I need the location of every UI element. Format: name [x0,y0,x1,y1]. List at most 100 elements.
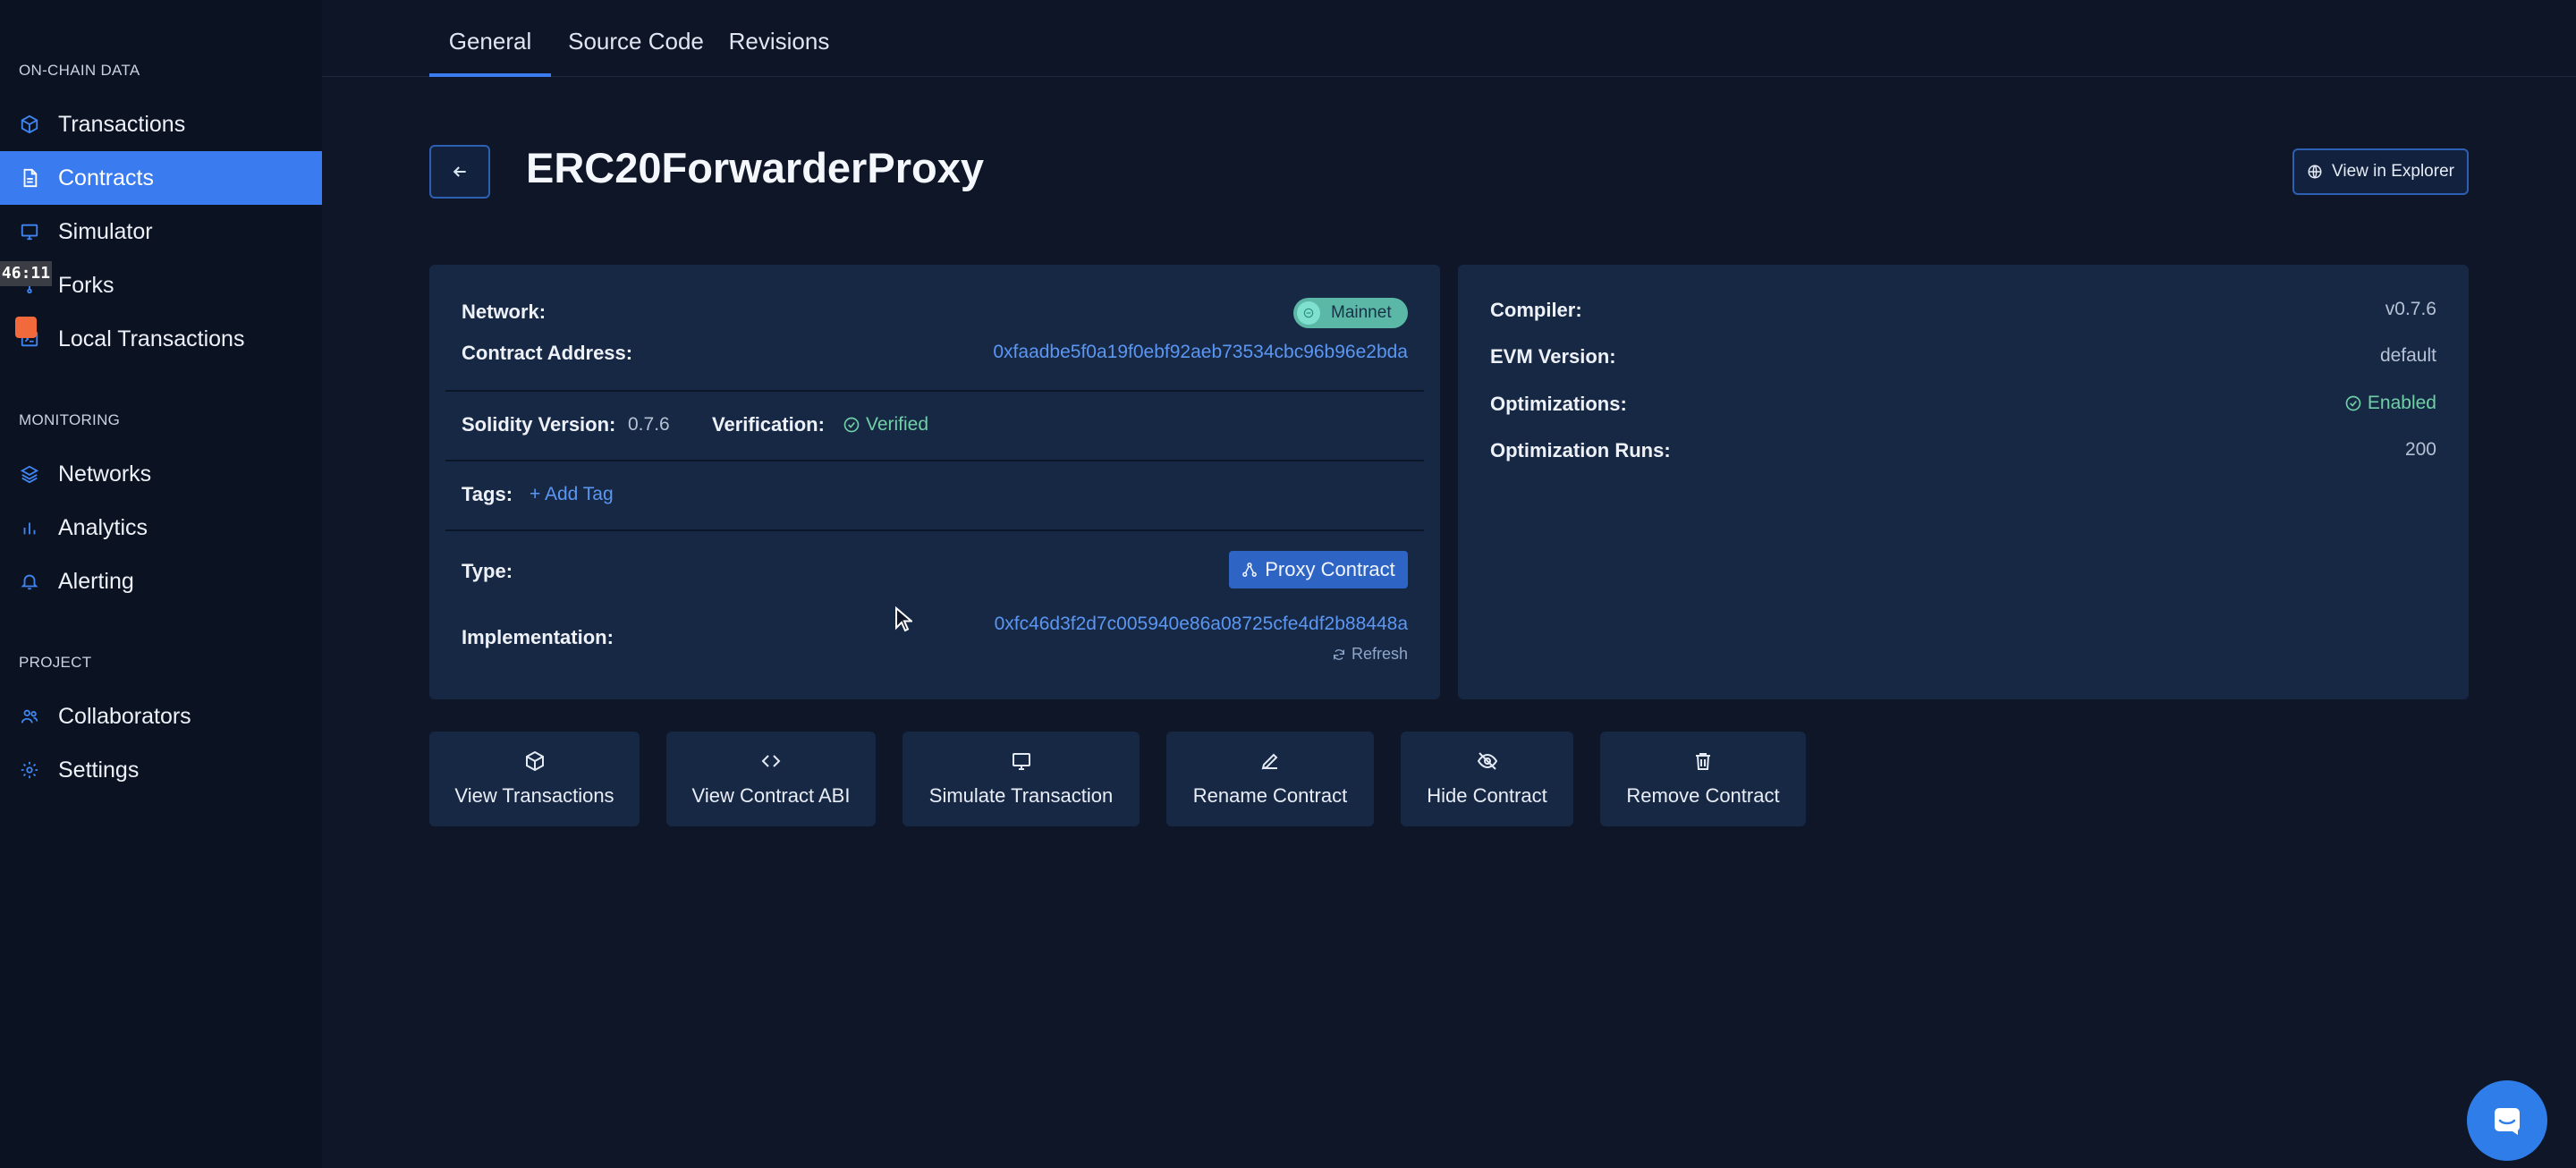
sidebar-section-on-chain-data: ON-CHAIN DATA [19,62,140,79]
verification-status: Verified [843,414,928,436]
eye-off-icon [1477,750,1498,772]
tab-bar: General Source Code Revisions [322,0,2576,77]
contract-address-label: Contract Address: [462,342,633,364]
solidity-version-value: 0.7.6 [628,414,670,435]
sidebar-item-label: Contracts [58,165,154,190]
tab-source-code[interactable]: Source Code [562,0,710,77]
sidebar-section-project: PROJECT [19,654,92,671]
compiler-info-card: Compiler: v0.7.6 EVM Version: default Op… [1458,265,2469,699]
simulate-transaction-label: Simulate Transaction [928,784,1114,807]
optimization-runs-value: 200 [2404,439,2436,460]
compiler-value: v0.7.6 [2385,299,2436,319]
trash-icon [1692,750,1714,772]
sidebar-item-label: Local Transactions [58,326,245,351]
recording-stop-button[interactable] [0,302,52,352]
verification-value: Verified [866,414,929,435]
evm-version-label: EVM Version: [1490,345,1616,368]
proxy-contract-badge: Proxy Contract [1229,551,1408,588]
rename-contract-button[interactable]: Rename Contract [1166,732,1374,826]
sidebar-item-label: Simulator [58,218,153,244]
sidebar-item-networks[interactable]: Networks [0,447,322,501]
remove-contract-button[interactable]: Remove Contract [1600,732,1806,826]
document-icon [19,167,40,189]
chat-icon [2495,1108,2520,1135]
view-transactions-label: View Transactions [454,784,614,807]
remove-contract-label: Remove Contract [1626,784,1780,807]
optimization-runs-label: Optimization Runs: [1490,439,1671,461]
type-value: Proxy Contract [1265,558,1395,580]
check-circle-icon [2344,394,2362,412]
sidebar-item-label: Analytics [58,514,148,540]
sidebar-item-simulator[interactable]: Simulator [0,205,322,258]
divider [445,460,1424,461]
divider [445,529,1424,531]
view-in-explorer-label: View in Explorer [2332,162,2454,181]
network-badge: Mainnet [1293,298,1408,328]
arrow-left-icon [453,166,466,177]
bell-icon [19,571,40,592]
solidity-version-label: Solidity Version: [462,413,616,436]
network-icon [1297,301,1320,325]
divider [445,390,1424,392]
back-button[interactable] [429,145,490,199]
add-tag-link[interactable]: + Add Tag [530,484,614,505]
tab-general[interactable]: General [429,0,551,77]
sidebar-item-transactions[interactable]: Transactions [0,97,322,151]
sidebar-item-label: Forks [58,272,114,298]
sidebar-item-collaborators[interactable]: Collaborators [0,690,322,743]
bar-chart-icon [19,517,40,538]
sidebar-item-contracts[interactable]: Contracts [0,151,322,205]
implementation-address-link[interactable]: 0xfc46d3f2d7c005940e86a08725cfe4df2b8844… [995,614,1408,635]
view-contract-abi-label: View Contract ABI [691,784,851,807]
hide-contract-button[interactable]: Hide Contract [1401,732,1573,826]
rename-contract-label: Rename Contract [1192,784,1348,807]
stop-icon [15,317,37,338]
contract-info-card: Network: Mainnet Contract Address: 0xfaa… [429,265,1440,699]
view-in-explorer-button[interactable]: View in Explorer [2292,148,2469,195]
network-label: Network: [462,300,547,323]
refresh-label: Refresh [1351,645,1408,663]
sidebar-item-label: Transactions [58,111,186,137]
sidebar-item-label: Alerting [58,568,134,594]
monitor-icon [1011,750,1032,772]
sidebar-item-label: Collaborators [58,703,191,729]
optimizations-status: Enabled [2344,393,2436,414]
mouse-cursor-icon [894,605,914,638]
monitor-icon [19,221,40,242]
recording-timer: 46:11 [0,261,52,286]
sidebar-section-monitoring: MONITORING [19,411,121,428]
sidebar-item-settings[interactable]: Settings [0,743,322,797]
refresh-button[interactable]: Refresh [1332,645,1408,664]
code-icon [760,750,782,772]
sidebar-item-label: Networks [58,461,152,487]
users-icon [19,706,40,727]
hierarchy-icon [1242,563,1258,577]
hide-contract-label: Hide Contract [1427,784,1547,807]
view-contract-abi-button[interactable]: View Contract ABI [666,732,876,826]
globe-icon [2308,165,2322,179]
page-title: ERC20ForwarderProxy [526,144,984,191]
simulate-transaction-button[interactable]: Simulate Transaction [902,732,1140,826]
sidebar-item-alerting[interactable]: Alerting [0,554,322,608]
chat-support-button[interactable] [2467,1080,2547,1161]
contract-address-link[interactable]: 0xfaadbe5f0a19f0ebf92aeb73534cbc96b96e2b… [993,342,1408,363]
verification-label: Verification: [712,413,825,436]
sidebar-item-label: Settings [58,757,140,783]
view-transactions-button[interactable]: View Transactions [429,732,640,826]
gear-icon [19,759,40,781]
pencil-icon [1259,750,1281,772]
evm-version-value: default [2379,345,2436,366]
tags-label: Tags: [462,483,513,505]
optimizations-value: Enabled [2367,393,2436,413]
network-value: Mainnet [1331,303,1392,322]
sidebar-item-analytics[interactable]: Analytics [0,501,322,554]
cube-icon [19,114,40,135]
implementation-label: Implementation: [462,626,614,648]
type-label: Type: [462,560,513,582]
compiler-label: Compiler: [1490,299,1582,321]
tab-revisions[interactable]: Revisions [723,0,835,77]
check-circle-icon [843,416,860,434]
layers-icon [19,463,40,485]
sidebar: ON-CHAIN DATA Transactions Contracts Sim… [0,0,322,1168]
cube-icon [524,750,546,772]
